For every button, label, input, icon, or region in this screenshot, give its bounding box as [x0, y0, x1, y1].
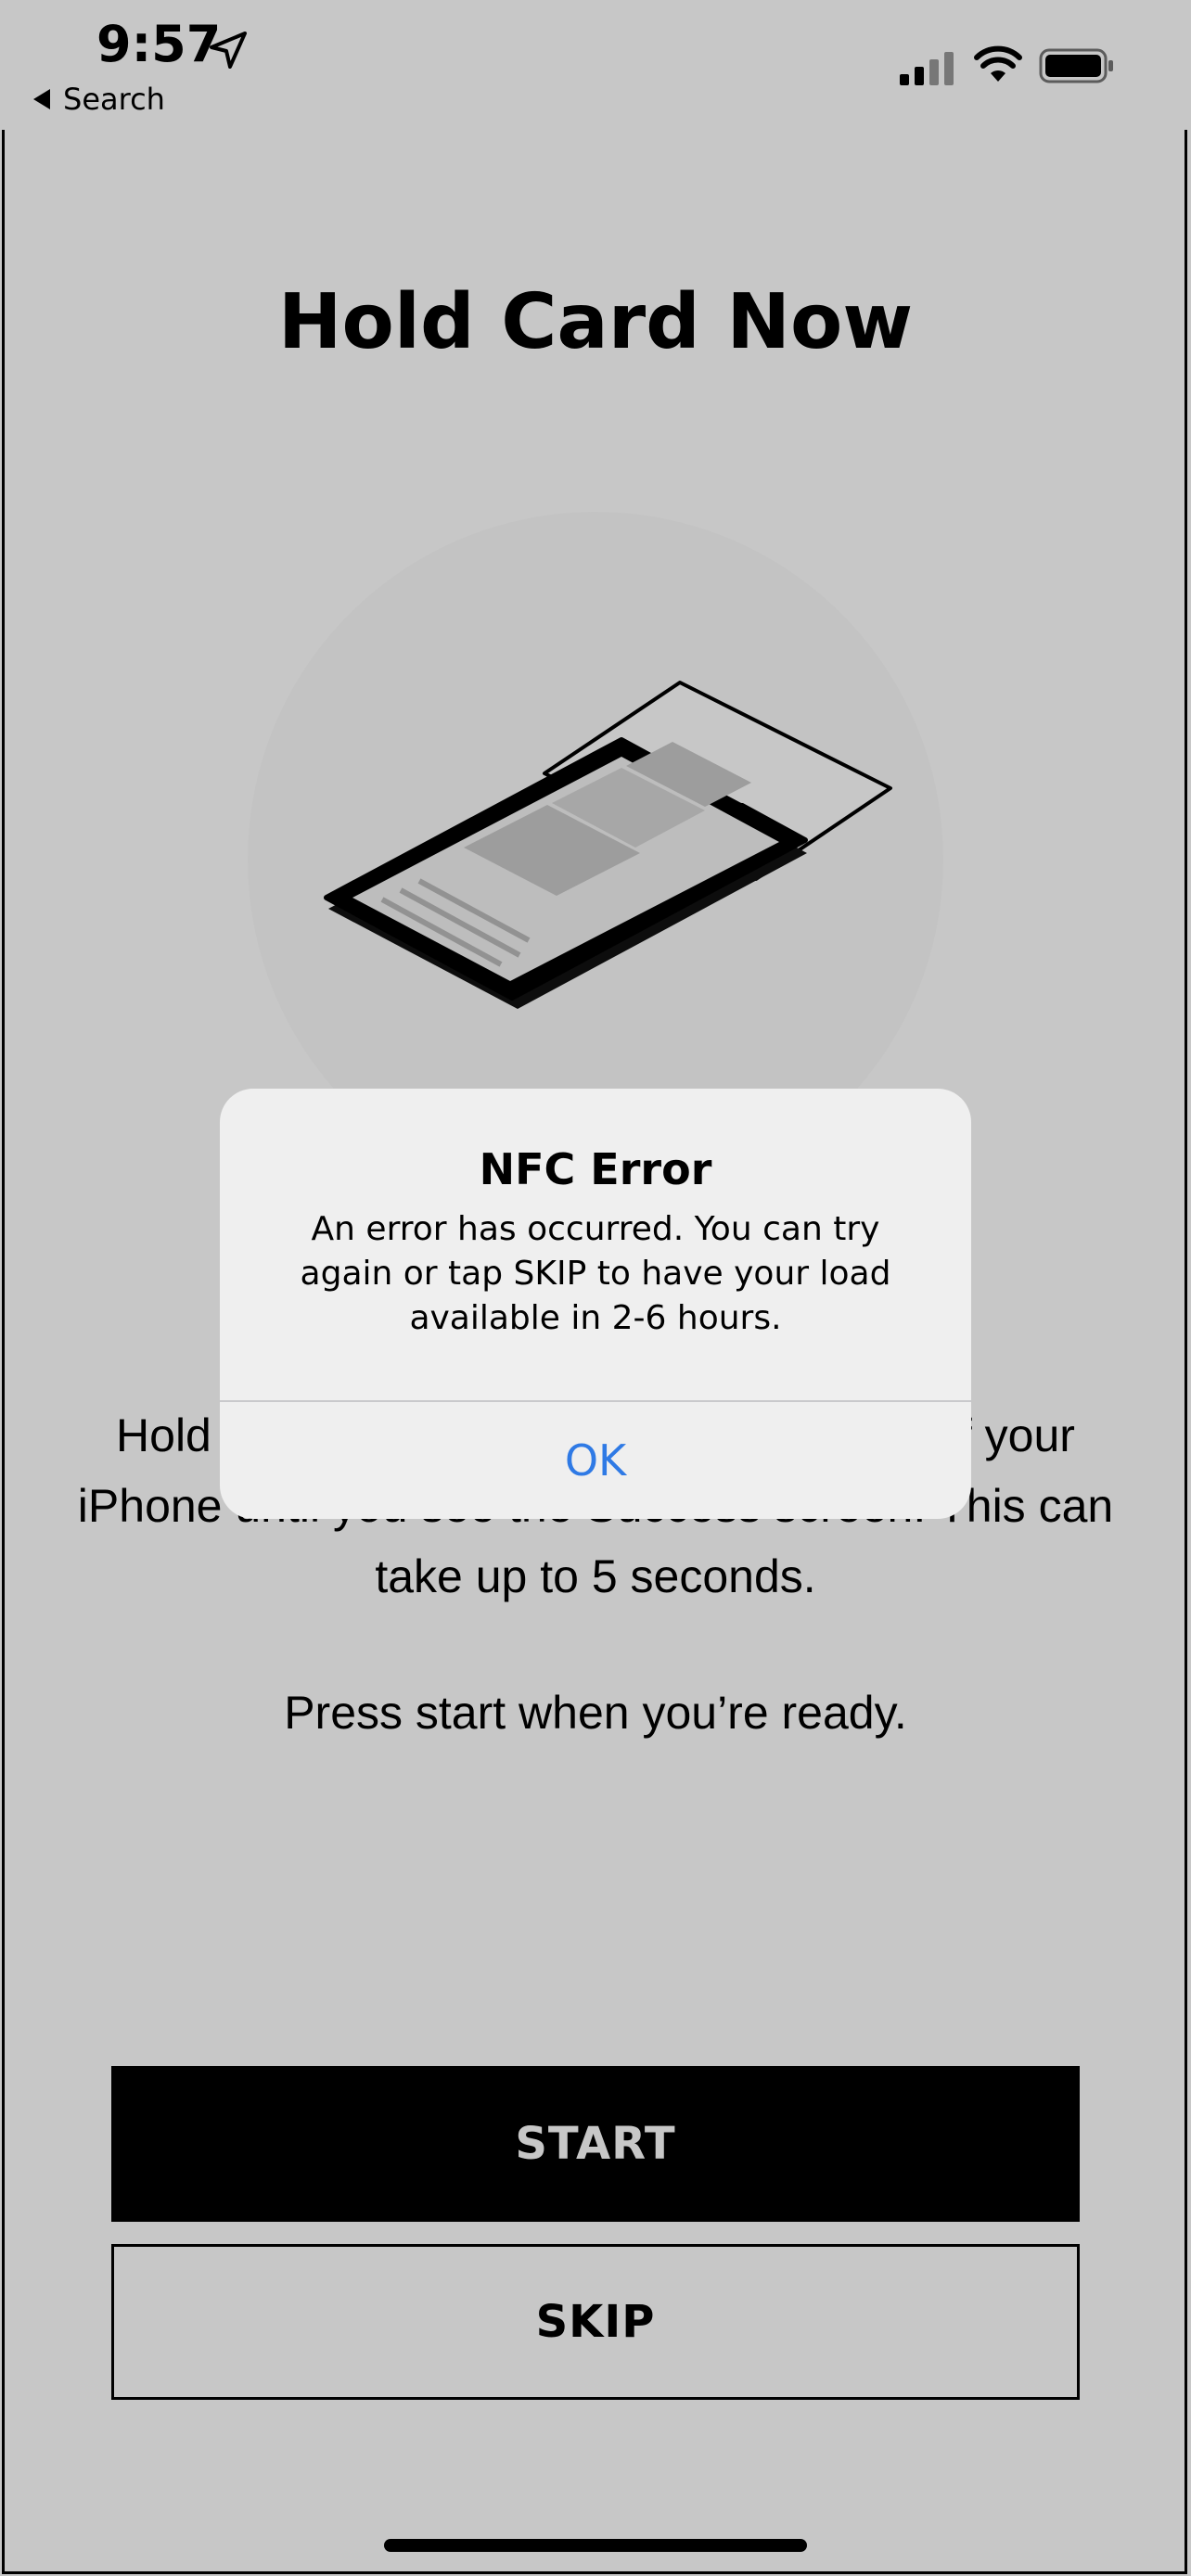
nfc-error-alert: NFC Error An error has occurred. You can…	[220, 1089, 971, 1519]
alert-ok-button[interactable]: OK	[220, 1402, 971, 1519]
alert-message: An error has occurred. You can try again…	[300, 1210, 891, 1337]
alert-title: NFC Error	[479, 1144, 712, 1194]
